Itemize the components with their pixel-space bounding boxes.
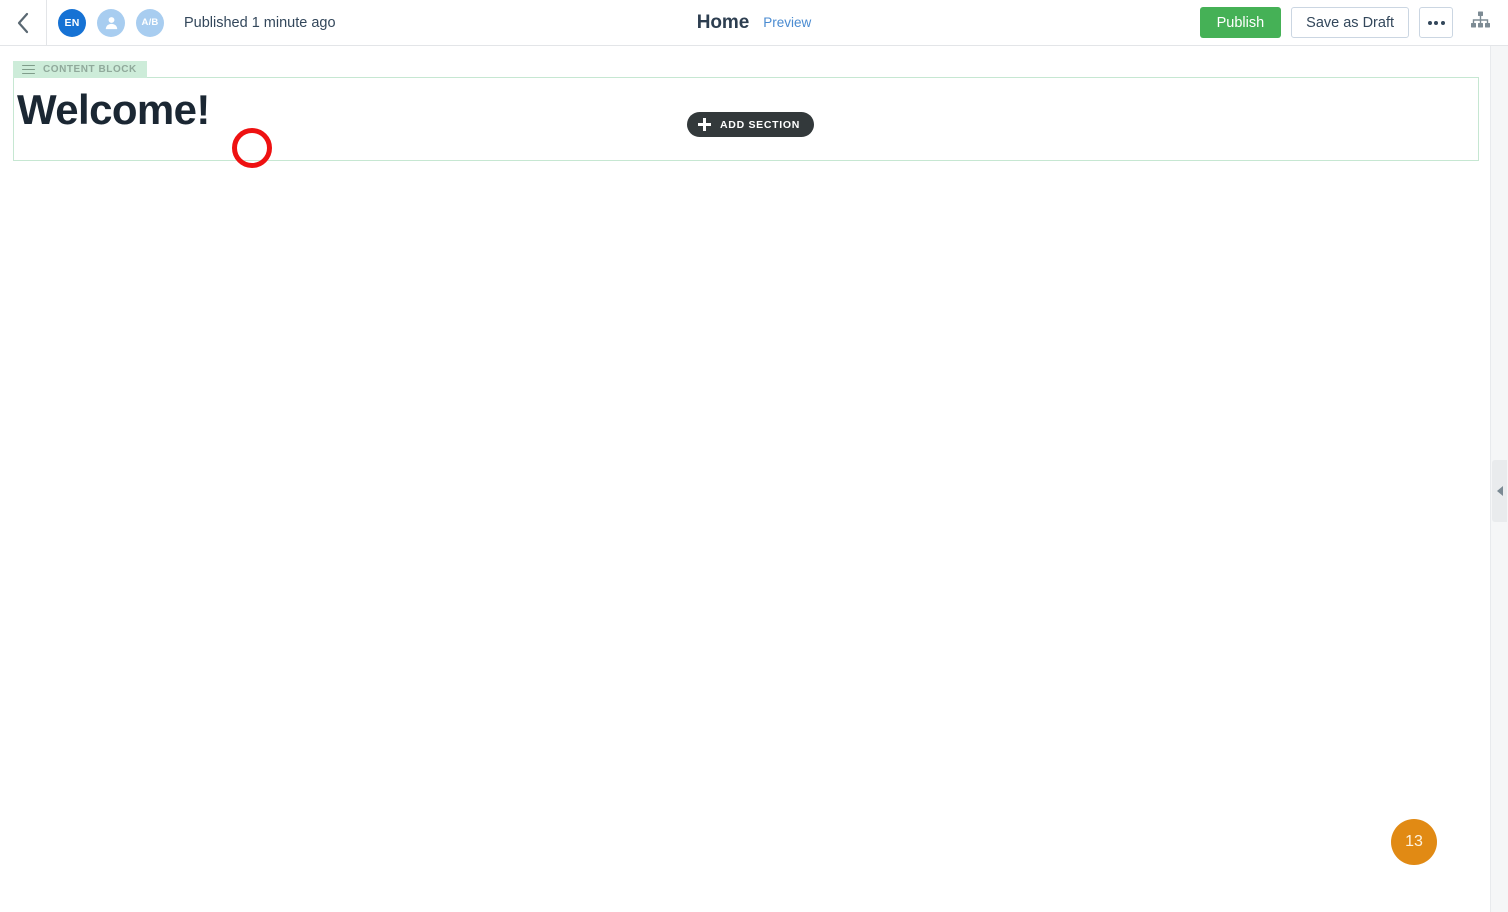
chevron-left-icon (1496, 486, 1503, 496)
ellipsis-icon (1427, 20, 1432, 25)
page-canvas: ADD SECTION CONTENT BLOCK Welcome! 13 (0, 46, 1490, 912)
ellipsis-icon (1434, 20, 1438, 25)
floating-count-badge[interactable]: 13 (1391, 819, 1437, 865)
context-badges: EN A/B (58, 8, 164, 37)
ellipsis-icon (1440, 20, 1445, 25)
sitemap-icon (1470, 11, 1491, 35)
publish-button[interactable]: Publish (1199, 7, 1282, 38)
chevron-left-icon (16, 12, 30, 34)
save-as-draft-button[interactable]: Save as Draft (1291, 7, 1409, 38)
person-icon (104, 15, 119, 30)
add-section-button[interactable]: ADD SECTION (687, 112, 815, 137)
right-panel-strip (1490, 46, 1508, 912)
ab-test-badge[interactable]: A/B (136, 8, 164, 37)
ab-test-badge-label: A/B (141, 17, 159, 28)
sitemap-button[interactable] (1465, 8, 1495, 38)
back-button[interactable] (0, 0, 47, 45)
persona-badge[interactable] (97, 8, 125, 37)
annotation-circle (232, 128, 272, 168)
floating-count-badge-label: 13 (1405, 833, 1423, 850)
top-toolbar: EN A/B Published 1 minute ago Home Previ… (0, 0, 1508, 46)
content-block-tab[interactable]: CONTENT BLOCK (13, 61, 147, 78)
preview-link[interactable]: Preview (763, 15, 811, 30)
top-actions: Publish Save as Draft (1199, 7, 1508, 38)
add-section-label: ADD SECTION (720, 118, 801, 131)
publish-status: Published 1 minute ago (184, 14, 336, 31)
right-panel-toggle[interactable] (1492, 460, 1507, 522)
language-badge-label: EN (64, 16, 80, 29)
content-block-tab-label: CONTENT BLOCK (43, 64, 137, 75)
page-title: Home (696, 11, 750, 33)
content-block-heading[interactable]: Welcome! (17, 84, 210, 136)
hamburger-icon (22, 64, 35, 75)
plus-icon (698, 118, 711, 131)
more-options-button[interactable] (1419, 7, 1453, 38)
language-badge[interactable]: EN (58, 8, 86, 37)
